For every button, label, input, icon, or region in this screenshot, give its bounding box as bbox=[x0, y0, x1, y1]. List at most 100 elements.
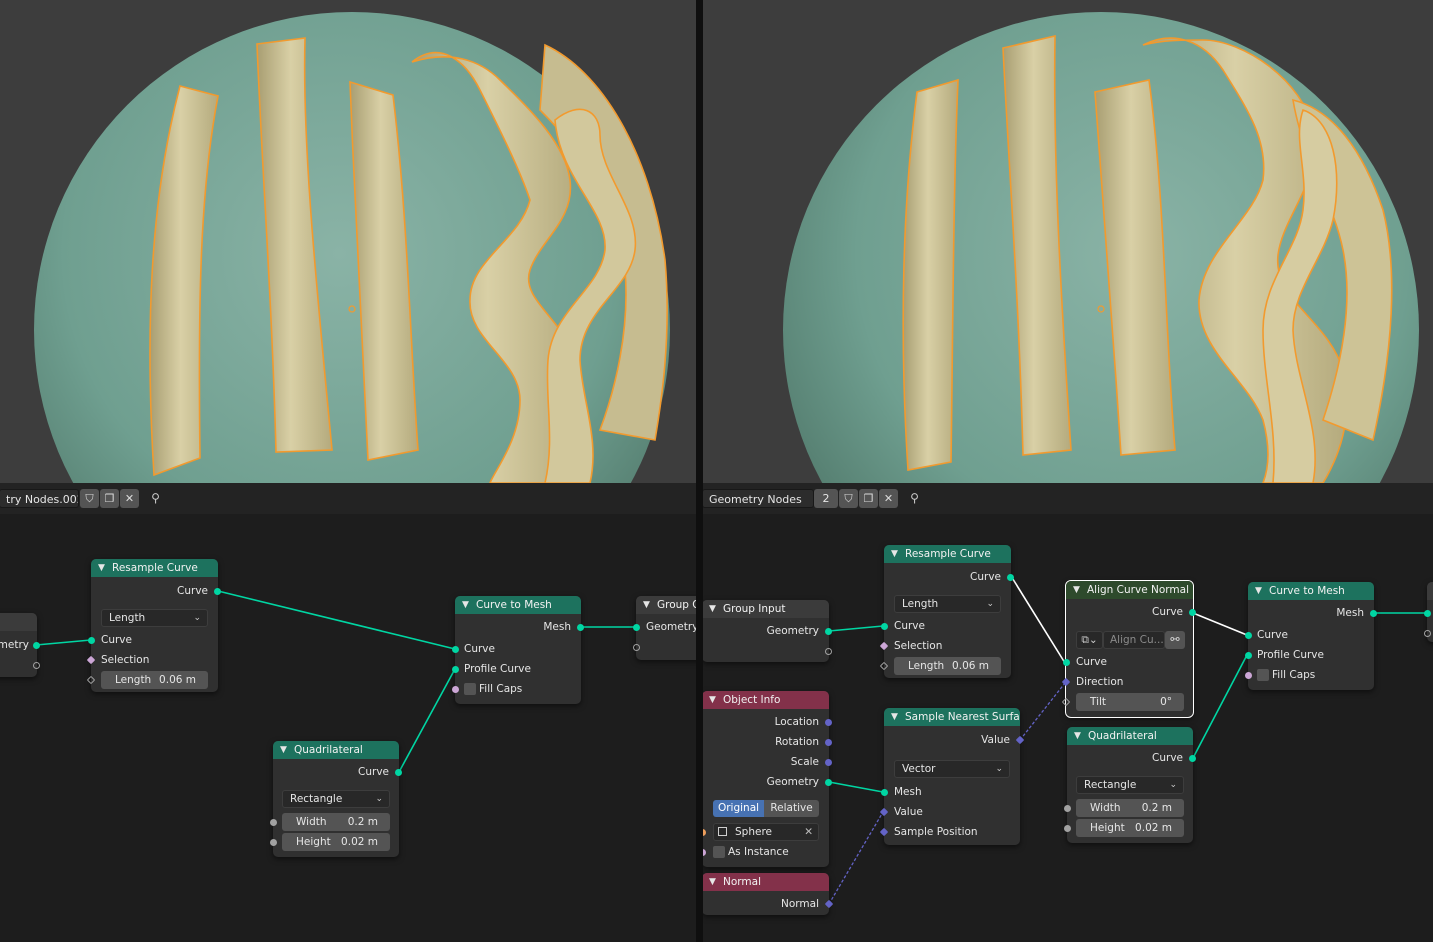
collapse-chevron-icon[interactable]: ▼ bbox=[280, 741, 287, 759]
mode-dropdown[interactable]: Rectangle ⌄ bbox=[282, 790, 390, 808]
collapse-chevron-icon[interactable]: ▼ bbox=[643, 596, 650, 614]
group-output-header[interactable]: ▼ Group O bbox=[636, 596, 696, 614]
width-field[interactable]: Width 0.2 m bbox=[1076, 799, 1184, 817]
align-curve-normal-node[interactable]: ▼ Align Curve Normal Curve ⧉⌄ Align Cu..… bbox=[1061, 580, 1196, 718]
viewport-3d-left[interactable] bbox=[0, 0, 696, 483]
tilt-field[interactable]: Tilt 0° bbox=[1076, 693, 1184, 711]
mode-dropdown[interactable]: Length ⌄ bbox=[894, 595, 1001, 613]
transform-original-toggle[interactable]: Original bbox=[713, 800, 764, 817]
profile-curve-socket[interactable] bbox=[452, 666, 459, 673]
collapse-chevron-icon[interactable]: ▼ bbox=[891, 545, 898, 563]
sample-nearest-surface-header[interactable]: ▼ Sample Nearest Surface bbox=[884, 708, 1020, 726]
group-input-node-partial[interactable]: metry bbox=[0, 613, 40, 677]
empty-socket[interactable] bbox=[1424, 630, 1431, 637]
clear-object-close-icon[interactable]: ✕ bbox=[804, 824, 813, 840]
object-field[interactable]: Sphere ✕ bbox=[713, 823, 819, 841]
curve-to-mesh-header[interactable]: ▼ Curve to Mesh bbox=[1248, 582, 1374, 600]
quadrilateral-node[interactable]: ▼ Quadrilateral Curve Rectangle ⌄ Width 0… bbox=[270, 741, 402, 857]
geometry-socket[interactable] bbox=[33, 642, 40, 649]
collapse-chevron-icon[interactable]: ▼ bbox=[98, 559, 105, 577]
group-output-node[interactable]: ▼ Group O Geometry bbox=[633, 596, 696, 660]
normal-node[interactable]: ▼ Normal Normal bbox=[703, 873, 834, 915]
as-instance-socket[interactable] bbox=[703, 849, 706, 856]
mesh-output-socket[interactable] bbox=[1370, 610, 1377, 617]
resample-curve-node[interactable]: ▼ Resample Curve Curve Length ⌄ Curve Sel… bbox=[879, 545, 1014, 678]
geometry-input-socket[interactable] bbox=[633, 624, 640, 631]
width-input-socket[interactable] bbox=[270, 819, 277, 826]
collapse-chevron-icon[interactable]: ▼ bbox=[1073, 581, 1080, 599]
fill-caps-socket[interactable] bbox=[1245, 672, 1252, 679]
height-input-socket[interactable] bbox=[1064, 825, 1071, 832]
quadrilateral-header[interactable]: ▼ Quadrilateral bbox=[273, 741, 399, 759]
empty-socket[interactable] bbox=[633, 644, 640, 651]
curve-output-socket[interactable] bbox=[395, 769, 402, 776]
location-output-socket[interactable] bbox=[825, 719, 832, 726]
collapse-chevron-icon[interactable]: ▼ bbox=[1074, 727, 1081, 745]
geometry-output-socket[interactable] bbox=[825, 628, 832, 635]
align-curve-normal-header[interactable]: ▼ Align Curve Normal bbox=[1066, 581, 1193, 599]
width-input-socket[interactable] bbox=[1064, 805, 1071, 812]
empty-socket[interactable] bbox=[33, 662, 40, 669]
width-field[interactable]: Width 0.2 m bbox=[282, 813, 390, 831]
resample-curve-node[interactable]: ▼ Resample Curve Curve Length ⌄ Curve Sel… bbox=[86, 559, 221, 692]
object-input-socket[interactable] bbox=[703, 829, 706, 836]
transform-relative-toggle[interactable]: Relative bbox=[764, 800, 819, 817]
resample-curve-header[interactable]: ▼ Resample Curve bbox=[884, 545, 1011, 563]
height-field[interactable]: Height 0.02 m bbox=[1076, 819, 1184, 837]
data-type-dropdown[interactable]: Vector ⌄ bbox=[894, 760, 1010, 778]
node-editor-right[interactable]: Geometry Nodes 2 ⛉ ❐ ✕ ⚲ ▼ Group Input G… bbox=[703, 483, 1433, 942]
curve-to-mesh-node[interactable]: ▼ Curve to Mesh Mesh Curve Profile Curve… bbox=[1245, 582, 1377, 690]
normal-header[interactable]: ▼ Normal bbox=[703, 873, 829, 891]
profile-curve-socket[interactable] bbox=[1245, 652, 1252, 659]
fill-caps-socket[interactable] bbox=[452, 686, 459, 693]
fill-caps-checkbox[interactable] bbox=[464, 683, 476, 695]
object-info-header[interactable]: ▼ Object Info bbox=[703, 691, 829, 709]
collapse-chevron-icon[interactable]: ▼ bbox=[709, 873, 716, 891]
scale-output-socket[interactable] bbox=[825, 759, 832, 766]
mode-dropdown[interactable]: Rectangle ⌄ bbox=[1076, 776, 1184, 794]
empty-socket[interactable] bbox=[825, 648, 832, 655]
curve-to-mesh-node[interactable]: ▼ Curve to Mesh Mesh Curve Profile Curve… bbox=[452, 596, 584, 704]
resample-curve-header[interactable]: ▼ Resample Curve bbox=[91, 559, 218, 577]
node-editor-left[interactable]: try Nodes.002 ⛉ ❐ ✕ ⚲ metry ▼ Resample C… bbox=[0, 483, 696, 942]
group-output-node-partial[interactable] bbox=[1424, 582, 1433, 642]
object-info-node[interactable]: ▼ Object Info Location Rotation Scale Ge… bbox=[703, 691, 832, 867]
group-input-header[interactable]: ▼ Group Input bbox=[703, 600, 829, 618]
geometry-output-socket[interactable] bbox=[825, 779, 832, 786]
curve-output-socket[interactable] bbox=[1189, 609, 1196, 616]
viewport-3d-right[interactable] bbox=[703, 0, 1433, 483]
as-instance-checkbox[interactable] bbox=[713, 846, 725, 858]
length-field[interactable]: Length 0.06 m bbox=[894, 657, 1001, 675]
mesh-output-socket[interactable] bbox=[577, 624, 584, 631]
curve-output-socket[interactable] bbox=[214, 588, 221, 595]
sample-nearest-surface-node[interactable]: ▼ Sample Nearest Surface Value Vector ⌄ M… bbox=[879, 708, 1025, 845]
height-input-socket[interactable] bbox=[270, 839, 277, 846]
curve-to-mesh-header[interactable]: ▼ Curve to Mesh bbox=[455, 596, 581, 614]
curve-input-socket[interactable] bbox=[452, 646, 459, 653]
curve-input-socket[interactable] bbox=[1245, 632, 1252, 639]
curve-output-socket[interactable] bbox=[1007, 574, 1014, 581]
collapse-chevron-icon[interactable]: ▼ bbox=[462, 596, 469, 614]
node-group-browse-icon[interactable]: ⧉⌄ bbox=[1076, 631, 1103, 649]
curve-input-socket[interactable] bbox=[88, 637, 95, 644]
geometry-input-socket[interactable] bbox=[1424, 610, 1431, 617]
collapse-chevron-icon[interactable]: ▼ bbox=[709, 600, 716, 618]
curve-output-socket[interactable] bbox=[1189, 755, 1196, 762]
curve-input-socket[interactable] bbox=[1063, 659, 1070, 666]
area-divider[interactable] bbox=[696, 0, 703, 942]
mesh-input-socket[interactable] bbox=[881, 789, 888, 796]
curve-input-socket[interactable] bbox=[881, 623, 888, 630]
collapse-chevron-icon[interactable]: ▼ bbox=[891, 708, 898, 726]
link-icon[interactable]: ⚯ bbox=[1165, 631, 1185, 649]
fill-caps-checkbox[interactable] bbox=[1257, 669, 1269, 681]
node-group-name-field[interactable]: Align Cu... bbox=[1103, 631, 1165, 649]
collapse-chevron-icon[interactable]: ▼ bbox=[709, 691, 716, 709]
collapse-chevron-icon[interactable]: ▼ bbox=[1255, 582, 1262, 600]
mode-dropdown[interactable]: Length ⌄ bbox=[101, 609, 208, 627]
quadrilateral-header[interactable]: ▼ Quadrilateral bbox=[1067, 727, 1193, 745]
group-input-node[interactable]: ▼ Group Input Geometry bbox=[703, 600, 832, 662]
height-field[interactable]: Height 0.02 m bbox=[282, 833, 390, 851]
quadrilateral-node[interactable]: ▼ Quadrilateral Curve Rectangle ⌄ Width 0… bbox=[1064, 727, 1196, 843]
rotation-output-socket[interactable] bbox=[825, 739, 832, 746]
length-field[interactable]: Length 0.06 m bbox=[101, 671, 208, 689]
